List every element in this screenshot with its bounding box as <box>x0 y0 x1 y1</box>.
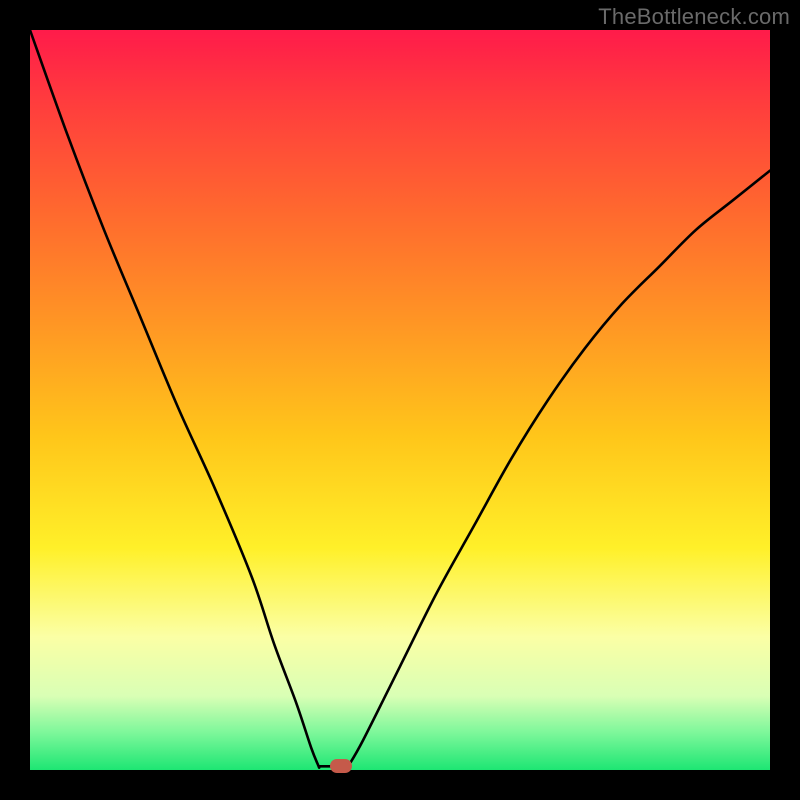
bottleneck-curve <box>30 30 770 768</box>
curve-svg <box>30 30 770 770</box>
watermark-text: TheBottleneck.com <box>598 4 790 30</box>
chart-frame: TheBottleneck.com <box>0 0 800 800</box>
optimum-marker <box>330 759 352 773</box>
plot-area <box>30 30 770 770</box>
